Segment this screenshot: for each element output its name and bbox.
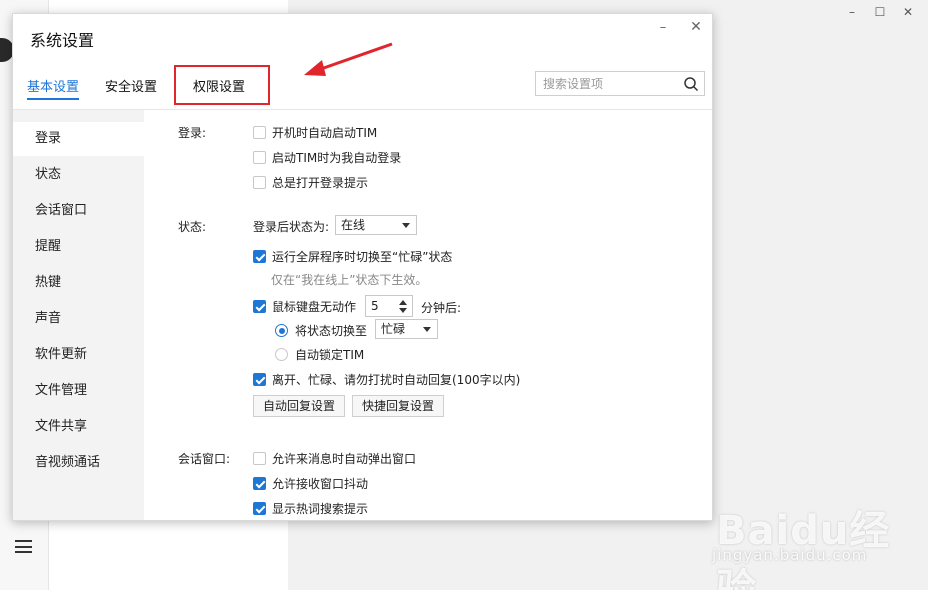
select-value: 忙碌 — [381, 322, 406, 336]
checkbox[interactable] — [253, 250, 266, 263]
option-label: 将状态切换至 — [295, 324, 368, 338]
sidebar-item-login[interactable]: 登录 — [13, 122, 144, 156]
option-hotword-hint[interactable]: 显示热词搜索提示 — [253, 500, 368, 517]
chevron-down-icon — [423, 327, 431, 332]
sidebar-item-reminder[interactable]: 提醒 — [13, 230, 144, 264]
sidebar-item-hotkey[interactable]: 热键 — [13, 266, 144, 300]
option-label: 总是打开登录提示 — [272, 176, 369, 190]
maximize-icon[interactable]: ☐ — [866, 0, 894, 24]
search-icon[interactable] — [683, 76, 699, 92]
sidebar-item-sound[interactable]: 声音 — [13, 302, 144, 336]
checkbox[interactable] — [253, 176, 266, 189]
option-fullscreen-busy[interactable]: 运行全屏程序时切换至“忙碌”状态 — [253, 248, 452, 265]
search-box — [535, 71, 705, 96]
close-icon[interactable]: ✕ — [894, 0, 922, 24]
checkbox[interactable] — [253, 452, 266, 465]
fullscreen-hint: 仅在“我在线上”状态下生效。 — [271, 273, 428, 287]
option-label: 开机时自动启动TIM — [272, 126, 378, 140]
search-input[interactable] — [536, 72, 676, 95]
sidebar-item-file-management[interactable]: 文件管理 — [13, 374, 144, 408]
chevron-up-icon[interactable] — [399, 300, 407, 305]
option-label: 显示热词搜索提示 — [272, 502, 369, 516]
dialog-title: 系统设置 — [30, 31, 95, 50]
option-switch-status[interactable]: 将状态切换至 — [275, 322, 367, 339]
chevron-down-icon[interactable] — [399, 308, 407, 313]
section-label-status: 状态: — [178, 220, 207, 234]
sidebar-item-session-window[interactable]: 会话窗口 — [13, 194, 144, 228]
chevron-down-icon — [402, 223, 410, 228]
option-label: 允许来消息时自动弹出窗口 — [272, 452, 417, 466]
checkbox[interactable] — [253, 126, 266, 139]
option-label: 允许接收窗口抖动 — [272, 477, 369, 491]
settings-content: 登录: 开机时自动启动TIM 启动TIM时为我自动登录 总是打开登录提示 状态:… — [144, 110, 712, 520]
highlight-box — [174, 65, 270, 105]
option-login-prompt[interactable]: 总是打开登录提示 — [253, 174, 368, 191]
option-label: 运行全屏程序时切换至“忙碌”状态 — [272, 250, 453, 264]
option-label: 启动TIM时为我自动登录 — [272, 151, 402, 165]
option-auto-lock[interactable]: 自动锁定TIM — [275, 346, 364, 363]
checkbox[interactable] — [253, 151, 266, 164]
switch-status-select[interactable]: 忙碌 — [375, 319, 438, 339]
section-label-session: 会话窗口: — [178, 452, 231, 466]
idle-suffix: 分钟后: — [421, 301, 462, 315]
option-popup-window[interactable]: 允许来消息时自动弹出窗口 — [253, 450, 416, 467]
option-window-shake[interactable]: 允许接收窗口抖动 — [253, 475, 368, 492]
dialog-close-icon[interactable]: ✕ — [686, 17, 706, 37]
app-window-controls: – ☐ ✕ — [838, 0, 922, 24]
idle-minutes-stepper[interactable]: 5 — [365, 295, 413, 317]
checkbox[interactable] — [253, 502, 266, 515]
settings-dialog: 系统设置 – ✕ 基本设置 安全设置 权限设置 登录 状态 会话窗口 提醒 热键… — [12, 13, 713, 521]
option-label: 鼠标键盘无动作 — [272, 300, 357, 314]
annotation-arrow — [304, 42, 393, 76]
auto-reply-settings-button[interactable]: 自动回复设置 — [253, 395, 346, 417]
stepper-value: 5 — [371, 299, 379, 313]
quick-reply-settings-button[interactable]: 快捷回复设置 — [352, 395, 445, 417]
option-autologin[interactable]: 启动TIM时为我自动登录 — [253, 149, 401, 166]
sidebar-item-file-sharing[interactable]: 文件共享 — [13, 410, 144, 444]
option-idle[interactable]: 鼠标键盘无动作 — [253, 298, 356, 315]
checkbox[interactable] — [253, 300, 266, 313]
option-label: 离开、忙碌、请勿打扰时自动回复(100字以内) — [272, 373, 521, 387]
settings-sidebar: 登录 状态 会话窗口 提醒 热键 声音 软件更新 文件管理 文件共享 音视频通话 — [13, 110, 144, 520]
tab-basic-settings[interactable]: 基本设置 — [27, 70, 80, 100]
section-label-login: 登录: — [178, 126, 207, 140]
after-login-status-select[interactable]: 在线 — [335, 215, 417, 235]
after-login-status-label: 登录后状态为: — [253, 220, 330, 234]
minimize-icon[interactable]: – — [838, 0, 866, 24]
checkbox[interactable] — [253, 477, 266, 490]
tab-security-settings[interactable]: 安全设置 — [105, 70, 157, 100]
option-auto-reply[interactable]: 离开、忙碌、请勿打扰时自动回复(100字以内) — [253, 371, 520, 388]
radio[interactable] — [275, 324, 288, 337]
dialog-minimize-icon[interactable]: – — [653, 17, 673, 37]
option-autostart[interactable]: 开机时自动启动TIM — [253, 124, 377, 141]
select-value: 在线 — [341, 218, 366, 232]
option-label: 自动锁定TIM — [295, 348, 365, 362]
radio[interactable] — [275, 348, 288, 361]
menu-icon[interactable] — [15, 540, 32, 553]
sidebar-item-av-call[interactable]: 音视频通话 — [13, 446, 144, 480]
checkbox[interactable] — [253, 373, 266, 386]
sidebar-item-software-update[interactable]: 软件更新 — [13, 338, 144, 372]
sidebar-item-status[interactable]: 状态 — [13, 158, 144, 192]
